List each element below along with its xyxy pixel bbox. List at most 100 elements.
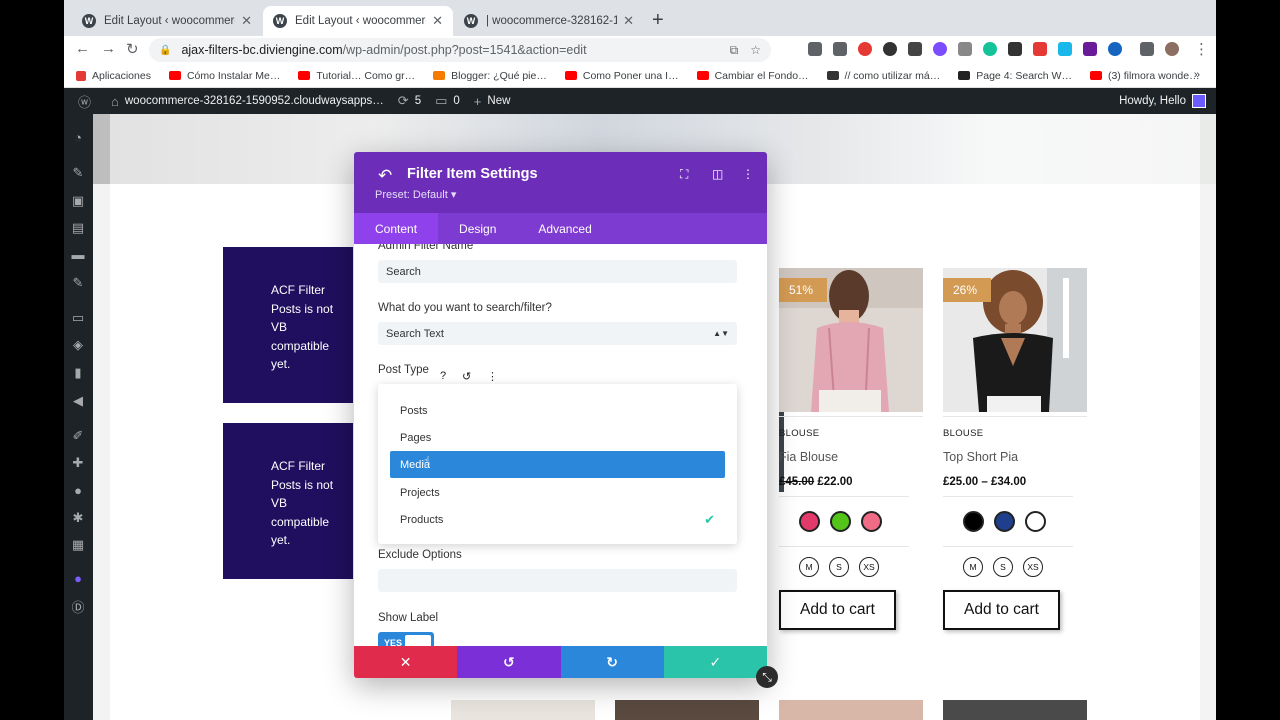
site-name-link[interactable]: ⌂ woocommerce-328162-1590952.cloudwaysapp…: [111, 94, 384, 109]
size-option[interactable]: S: [993, 557, 1013, 577]
product-image[interactable]: 51%: [779, 268, 923, 412]
tab-design[interactable]: Design: [438, 213, 517, 244]
help-icon[interactable]: ?: [440, 370, 446, 382]
products-icon[interactable]: ◈: [70, 338, 86, 352]
url-field[interactable]: 🔒 ajax-filters-bc.diviengine.com /wp-adm…: [149, 38, 771, 62]
m-ext-icon[interactable]: [1008, 42, 1022, 56]
media-icon[interactable]: ▣: [70, 194, 86, 208]
purple-ext-icon[interactable]: [1083, 42, 1097, 56]
bookmark-item[interactable]: Aplicaciones: [76, 70, 151, 82]
color-swatch[interactable]: [963, 511, 984, 532]
product-name[interactable]: Fia Blouse: [779, 450, 923, 464]
close-tab-icon[interactable]: ✕: [623, 13, 634, 29]
product-category[interactable]: BLOUSE: [943, 428, 1087, 439]
vimeo-ext-icon[interactable]: [1058, 42, 1072, 56]
n-ext-icon[interactable]: [883, 42, 897, 56]
comments-link[interactable]: ▭ 0: [435, 93, 460, 109]
updates-link[interactable]: ⟳ 5: [398, 93, 421, 109]
close-tab-icon[interactable]: ✕: [241, 13, 252, 29]
color-swatch[interactable]: [799, 511, 820, 532]
undo-button[interactable]: ↺: [457, 646, 561, 678]
wp-logo[interactable]: ⓦ: [78, 92, 97, 111]
color-swatch[interactable]: [1025, 511, 1046, 532]
forward-icon[interactable]: →: [101, 40, 116, 57]
tab-advanced[interactable]: Advanced: [517, 213, 612, 244]
color-swatch[interactable]: [830, 511, 851, 532]
exclude-options-input[interactable]: [378, 569, 737, 592]
resize-handle-icon[interactable]: ⤡: [756, 666, 778, 688]
bookmark-item[interactable]: (3) filmora wonde…: [1089, 70, 1200, 82]
option-products[interactable]: Products ✔: [390, 506, 725, 533]
size-option[interactable]: M: [963, 557, 983, 577]
projects-icon[interactable]: ✎: [70, 276, 86, 290]
reload-icon[interactable]: ↻: [126, 40, 139, 58]
size-option[interactable]: XS: [1023, 557, 1043, 577]
color-swatch[interactable]: [861, 511, 882, 532]
add-to-cart-button[interactable]: Add to cart: [943, 590, 1060, 630]
back-arrow-icon[interactable]: ↶: [378, 166, 392, 186]
menu-dots-icon[interactable]: ⋮: [1194, 40, 1209, 58]
search-filter-select[interactable]: Search Text ▲▼: [378, 322, 737, 345]
bookmarks-more[interactable]: »: [1194, 69, 1200, 81]
plugin-icon[interactable]: ●: [70, 572, 86, 586]
tools-icon[interactable]: ✱: [70, 511, 86, 525]
users-icon[interactable]: ●: [70, 484, 86, 498]
divi-icon[interactable]: Ⓓ: [70, 601, 86, 615]
dashboard-icon[interactable]: ◔: [70, 131, 86, 145]
add-to-cart-button[interactable]: Add to cart: [779, 590, 896, 630]
browser-tab-2[interactable]: W Edit Layout ‹ woocommerce-3… ✕: [263, 6, 453, 36]
video-ext-icon[interactable]: [908, 42, 922, 56]
reset-icon[interactable]: ↺: [462, 370, 471, 383]
product-thumbnail[interactable]: [779, 700, 923, 720]
pinterest-ext-icon[interactable]: [858, 42, 872, 56]
redo-button[interactable]: ↻: [560, 646, 664, 678]
discard-button[interactable]: ✕: [354, 646, 458, 678]
option-posts[interactable]: Posts: [390, 397, 725, 424]
bookmark-item[interactable]: Page 4: Search W…: [958, 70, 1072, 82]
bookmark-item[interactable]: Cómo Instalar Me…: [168, 70, 280, 82]
product-thumbnail[interactable]: [451, 700, 595, 720]
back-icon[interactable]: ←: [75, 40, 90, 57]
admin-filter-name-input[interactable]: Search: [378, 260, 737, 283]
options-icon[interactable]: ⋮: [487, 370, 498, 383]
comments-icon[interactable]: ▬: [70, 248, 86, 262]
color-swatch[interactable]: [994, 511, 1015, 532]
settings-icon[interactable]: ▦: [70, 538, 86, 552]
save-button[interactable]: ✓: [663, 646, 767, 678]
s-ext-icon[interactable]: [1033, 42, 1047, 56]
bookmark-item[interactable]: Cambiar el Fondo…: [696, 70, 809, 82]
account-menu[interactable]: Howdy, Hello: [1119, 94, 1206, 108]
browser-tab-3[interactable]: W | woocommerce-328162-1590… ✕: [454, 6, 644, 36]
appearance-icon[interactable]: ✐: [70, 429, 86, 443]
more-options-icon[interactable]: ⋮: [742, 167, 754, 181]
product-name[interactable]: Top Short Pia: [943, 450, 1087, 464]
show-label-toggle[interactable]: YES: [378, 632, 434, 646]
option-media[interactable]: Media ☝: [390, 451, 725, 478]
pages-icon[interactable]: ▤: [70, 221, 86, 235]
extensions-icon[interactable]: [1140, 42, 1154, 56]
profile-avatar[interactable]: [1165, 42, 1179, 56]
code-ext-icon[interactable]: [808, 42, 822, 56]
gear-ext-icon[interactable]: [933, 42, 947, 56]
option-projects[interactable]: Projects: [390, 479, 725, 506]
bookmark-item[interactable]: Tutorial… Como gr…: [298, 70, 415, 82]
pin-icon[interactable]: ✎: [70, 166, 86, 180]
option-pages[interactable]: Pages: [390, 424, 725, 451]
facebook-ext-icon[interactable]: [833, 42, 847, 56]
star-icon[interactable]: ☆: [750, 43, 761, 58]
tab-content[interactable]: Content: [354, 213, 439, 244]
translate-icon[interactable]: ⧉: [730, 43, 739, 58]
grammarly-ext-icon[interactable]: [983, 42, 997, 56]
bookmark-item[interactable]: Como Poner una I…: [564, 70, 679, 82]
new-tab-icon[interactable]: +: [652, 9, 664, 32]
new-content-link[interactable]: + New: [474, 94, 511, 109]
product-category[interactable]: BLOUSE: [779, 428, 923, 439]
browser-tab-1[interactable]: W Edit Layout ‹ woocommerce-3… ✕: [72, 6, 262, 36]
product-thumbnail[interactable]: [943, 700, 1087, 720]
preset-dropdown[interactable]: Preset: Default ▾: [375, 188, 456, 201]
size-option[interactable]: M: [799, 557, 819, 577]
size-option[interactable]: XS: [859, 557, 879, 577]
bookmark-item[interactable]: // como utilizar má…: [826, 70, 940, 82]
bookmark-item[interactable]: Blogger: ¿Qué pie…: [433, 70, 547, 82]
plugins-icon[interactable]: ✚: [70, 456, 86, 470]
